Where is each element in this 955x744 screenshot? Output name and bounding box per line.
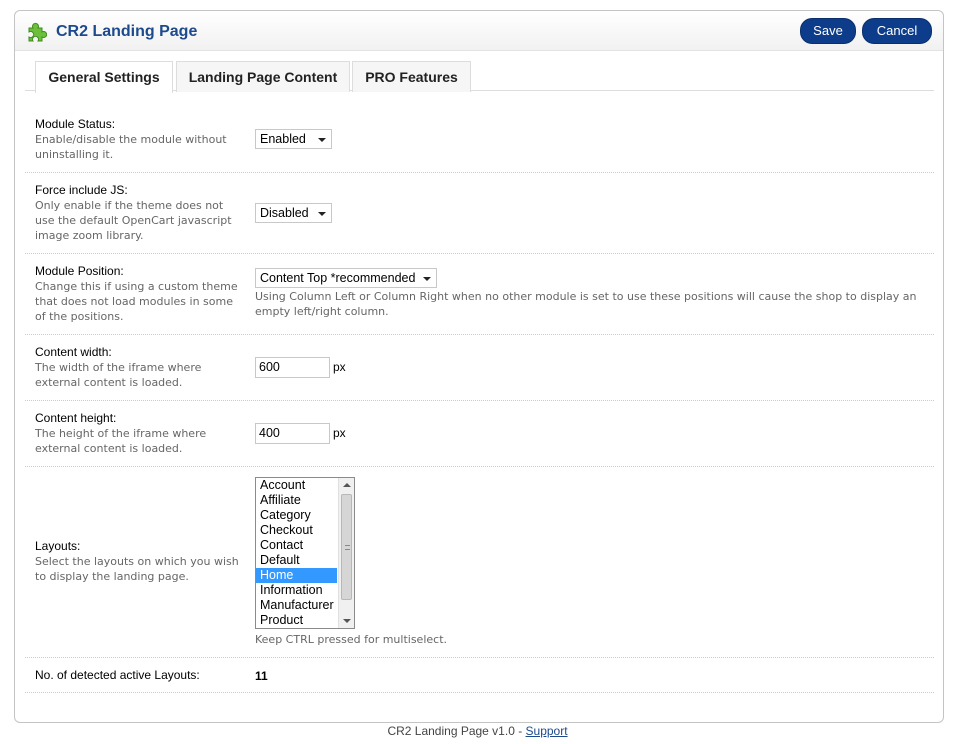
- tab-landing-page-content[interactable]: Landing Page Content: [176, 61, 350, 92]
- layout-option-manufacturer[interactable]: Manufacturer: [256, 598, 337, 613]
- panel-header: CR2 Landing Page Save Cancel: [15, 11, 943, 51]
- scroll-up-arrow-icon[interactable]: [343, 483, 351, 487]
- setting-help: Only enable if the theme does not use th…: [35, 199, 232, 242]
- setting-row-content-width: Content width: The width of the iframe w…: [25, 335, 934, 401]
- support-link[interactable]: Support: [526, 724, 568, 738]
- layouts-multiselect[interactable]: Account Affiliate Category Checkout Cont…: [255, 477, 355, 629]
- module-status-select[interactable]: Enabled: [255, 129, 332, 149]
- chevron-down-icon: [318, 138, 326, 142]
- cancel-button[interactable]: Cancel: [862, 18, 932, 44]
- setting-label: Module Status:: [35, 117, 116, 131]
- save-button[interactable]: Save: [800, 18, 856, 44]
- layout-option-product[interactable]: Product: [256, 613, 337, 628]
- select-value: Disabled: [260, 206, 309, 220]
- chevron-down-icon: [318, 212, 326, 216]
- unit-label: px: [333, 360, 346, 374]
- layout-option-default[interactable]: Default: [256, 553, 337, 568]
- layout-option-checkout[interactable]: Checkout: [256, 523, 337, 538]
- page-title: CR2 Landing Page: [56, 23, 198, 40]
- layout-option-information[interactable]: Information: [256, 583, 337, 598]
- multiselect-hint: Keep CTRL pressed for multiselect.: [255, 633, 448, 646]
- module-panel: CR2 Landing Page Save Cancel General Set…: [14, 10, 944, 723]
- setting-row-content-height: Content height: The height of the iframe…: [25, 401, 934, 467]
- chevron-down-icon: [423, 277, 431, 281]
- setting-label: No. of detected active Layouts:: [35, 668, 200, 682]
- unit-label: px: [333, 426, 346, 440]
- setting-row-module-position: Module Position: Change this if using a …: [25, 254, 934, 335]
- active-layouts-count: 11: [255, 669, 268, 683]
- setting-label: Module Position:: [35, 264, 124, 278]
- content-height-input[interactable]: 400: [255, 423, 330, 444]
- setting-help: The width of the iframe where external c…: [35, 361, 202, 389]
- setting-help: The height of the iframe where external …: [35, 427, 207, 455]
- tab-pro-features[interactable]: PRO Features: [352, 61, 471, 92]
- layout-option-category[interactable]: Category: [256, 508, 337, 523]
- setting-row-active-layouts: No. of detected active Layouts: 11: [25, 658, 934, 693]
- setting-row-force-js: Force include JS: Only enable if the the…: [25, 173, 934, 254]
- setting-label: Content height:: [35, 411, 117, 425]
- layout-option-contact[interactable]: Contact: [256, 538, 337, 553]
- listbox-scrollbar[interactable]: [338, 478, 354, 628]
- tab-bar: General Settings Landing Page Content PR…: [25, 61, 934, 93]
- setting-row-module-status: Module Status: Enable/disable the module…: [25, 101, 934, 173]
- force-js-select[interactable]: Disabled: [255, 203, 332, 223]
- module-position-select[interactable]: Content Top *recommended: [255, 268, 437, 288]
- setting-help: Enable/disable the module without uninst…: [35, 133, 227, 161]
- position-warning-note: Using Column Left or Column Right when n…: [255, 290, 917, 318]
- setting-row-layouts: Layouts: Select the layouts on which you…: [25, 467, 934, 658]
- puzzle-piece-icon: [28, 22, 47, 42]
- select-value: Content Top *recommended: [260, 271, 416, 285]
- setting-label: Content width:: [35, 345, 112, 359]
- layout-option-home[interactable]: Home: [256, 568, 337, 583]
- setting-label: Layouts:: [35, 539, 81, 553]
- setting-help: Select the layouts on which you wish to …: [35, 555, 239, 583]
- setting-help: Change this if using a custom theme that…: [35, 280, 238, 323]
- select-value: Enabled: [260, 132, 306, 146]
- footer: CR2 Landing Page v1.0 - Support: [0, 724, 955, 738]
- scrollbar-thumb[interactable]: [341, 494, 352, 600]
- layout-option-affiliate[interactable]: Affiliate: [256, 493, 337, 508]
- layout-option-account[interactable]: Account: [256, 478, 337, 493]
- footer-text: CR2 Landing Page v1.0 -: [387, 724, 526, 738]
- setting-label: Force include JS:: [35, 183, 128, 197]
- content-width-input[interactable]: 600: [255, 357, 330, 378]
- grip-icon: [345, 545, 350, 550]
- scroll-down-arrow-icon[interactable]: [343, 619, 351, 623]
- tab-general-settings[interactable]: General Settings: [35, 61, 173, 93]
